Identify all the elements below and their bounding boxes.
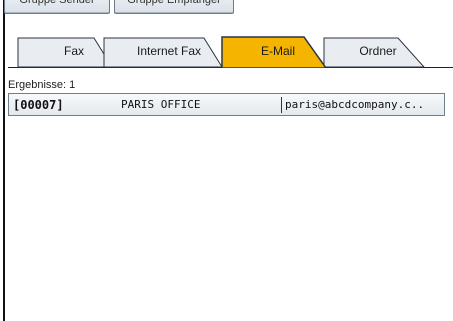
tab-email[interactable]: E-Mail bbox=[230, 36, 326, 68]
entry-id: [00007] bbox=[13, 98, 64, 112]
tab-ordner[interactable]: Ordner bbox=[328, 36, 428, 68]
address-book-screen: Gruppe Sender Gruppe Empfänger Fax Inter… bbox=[0, 0, 453, 321]
tab-fax[interactable]: Fax bbox=[44, 36, 104, 68]
left-border bbox=[3, 0, 5, 321]
entry-email: paris@abcdcompany.c.. bbox=[285, 98, 425, 111]
column-separator bbox=[281, 97, 282, 113]
top-button-2[interactable]: Gruppe Empfänger bbox=[114, 0, 234, 14]
result-row[interactable]: [00007] PARIS OFFICE paris@abcdcompany.c… bbox=[8, 93, 445, 116]
tab-internet-fax[interactable]: Internet Fax bbox=[114, 36, 224, 68]
entry-name: PARIS OFFICE bbox=[121, 98, 201, 111]
top-button-1[interactable]: Gruppe Sender bbox=[4, 0, 110, 14]
destination-type-tabs: Fax Internet Fax E-Mail Ordner bbox=[8, 36, 453, 68]
results-count: Ergebnisse: 1 bbox=[8, 79, 76, 91]
